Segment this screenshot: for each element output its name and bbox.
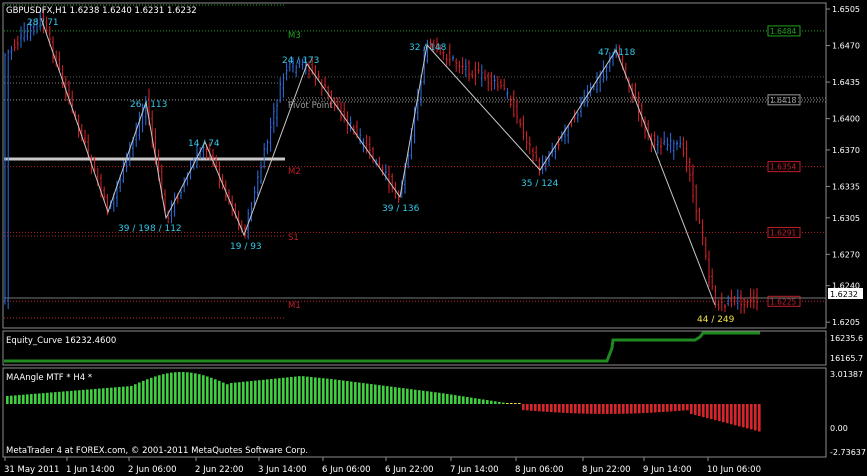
zigzag-label: 28 / 71 — [27, 18, 59, 28]
maangle-scale-top: 3.01387 — [830, 370, 863, 379]
zigzag-label: 39 / 19 — [118, 224, 150, 234]
price-scale-label: 1.6505 — [832, 5, 860, 14]
zigzag-label: 35 / 124 — [521, 179, 559, 189]
candlestick-bars — [4, 9, 758, 314]
price-chart-canvas[interactable]: M3 1.6484 Pivot Point 1.6418 M2 1.6354 S1 1.629… — [0, 0, 867, 476]
price-scale-label: 1.6370 — [832, 146, 860, 155]
time-axis-label: 9 Jun 14:00 — [643, 465, 692, 475]
zigzag-label: 19 / 93 — [230, 242, 262, 252]
zigzag-label: 39 / 136 — [382, 204, 420, 214]
pivot-level-price: 1.6225 — [770, 297, 796, 306]
zigzag-label: 26 / 113 — [130, 100, 167, 110]
time-axis-label: 2 Jun 06:00 — [128, 465, 177, 475]
maangle-scale-zero: 0.00 — [830, 424, 848, 433]
equity-curve — [4, 331, 760, 363]
price-scale-label: 1.6205 — [832, 318, 860, 327]
zigzag-label: 24 / 173 — [282, 56, 319, 66]
time-axis-label: 8 Jun 22:00 — [582, 465, 631, 475]
time-axis-label: 31 May 2011 — [4, 465, 59, 475]
pivot-level-name: Pivot Point — [288, 101, 333, 111]
maangle-title: MAAngle MTF * H4 * — [6, 373, 92, 383]
price-scale-label: 1.6335 — [832, 182, 860, 191]
time-axis-label: 8 Jun 06:00 — [515, 465, 564, 475]
price-scale-label: 1.6470 — [832, 42, 860, 51]
time-axis-label: 2 Jun 22:00 — [195, 465, 244, 475]
time-axis-label: 10 Jun 06:00 — [707, 465, 761, 475]
equity-title: Equity_Curve 16232.4600 — [6, 336, 116, 346]
pivot-level-name: M3 — [288, 31, 301, 41]
time-axis-label: 7 Jun 14:00 — [450, 465, 499, 475]
pivot-level-price: 1.6354 — [770, 163, 796, 172]
pivot-level-name: M1 — [288, 301, 301, 311]
equity-scale-top: 16235.6 — [830, 334, 863, 343]
zigzag-label: 32 / 148 — [409, 43, 447, 53]
pivot-level-price: 1.6291 — [770, 228, 796, 237]
price-scale-label: 1.6400 — [832, 115, 860, 124]
zigzag-indicator: 28 / 71 26 / 113 39 / 19 8 / 112 14 / 74 19 /… — [27, 17, 735, 325]
zigzag-label: 47 / 118 — [598, 48, 636, 58]
time-axis-label: 3 Jun 14:00 — [258, 465, 307, 475]
price-scale-label: 1.6305 — [832, 214, 860, 223]
price-scale[interactable]: 1.6505 1.6470 1.6435 1.6400 1.6370 1.6335 1.63… — [826, 5, 860, 327]
price-scale-label: 1.6270 — [832, 250, 860, 259]
metatrader-chart-window[interactable]: M3 1.6484 Pivot Point 1.6418 M2 1.6354 S1 1.629… — [0, 0, 867, 476]
zigzag-label: 44 / 249 — [697, 315, 735, 325]
pivot-level-price: 1.6484 — [770, 27, 796, 36]
time-axis-label: 6 Jun 06:00 — [322, 465, 371, 475]
copyright-footer: MetaTrader 4 at FOREX.com, © 2001-2011 M… — [6, 446, 308, 456]
price-scale-label: 1.6435 — [832, 78, 860, 87]
maangle-scale-bottom: -2.73637 — [830, 448, 866, 457]
pivot-level-name: S1 — [288, 233, 299, 243]
chart-header: GBPUSDFX,H1 1.6238 1.6240 1.6231 1.6232 — [6, 6, 197, 16]
pivot-level-name: M2 — [288, 167, 301, 177]
time-axis-label: 1 Jun 14:00 — [66, 465, 115, 475]
current-price-text: 1.6232 — [830, 290, 858, 299]
equity-scale-bottom: 16165.7 — [830, 354, 863, 363]
time-axis-label: 6 Jun 22:00 — [385, 465, 434, 475]
zigzag-label: 8 / 112 — [150, 224, 182, 234]
time-axis[interactable]: 31 May 2011 1 Jun 14:00 2 Jun 06:00 2 Jun 2… — [4, 457, 761, 475]
zigzag-label: 14 / 74 — [188, 139, 220, 149]
maangle-histogram — [6, 372, 761, 432]
pivot-level-price: 1.6418 — [770, 96, 796, 105]
